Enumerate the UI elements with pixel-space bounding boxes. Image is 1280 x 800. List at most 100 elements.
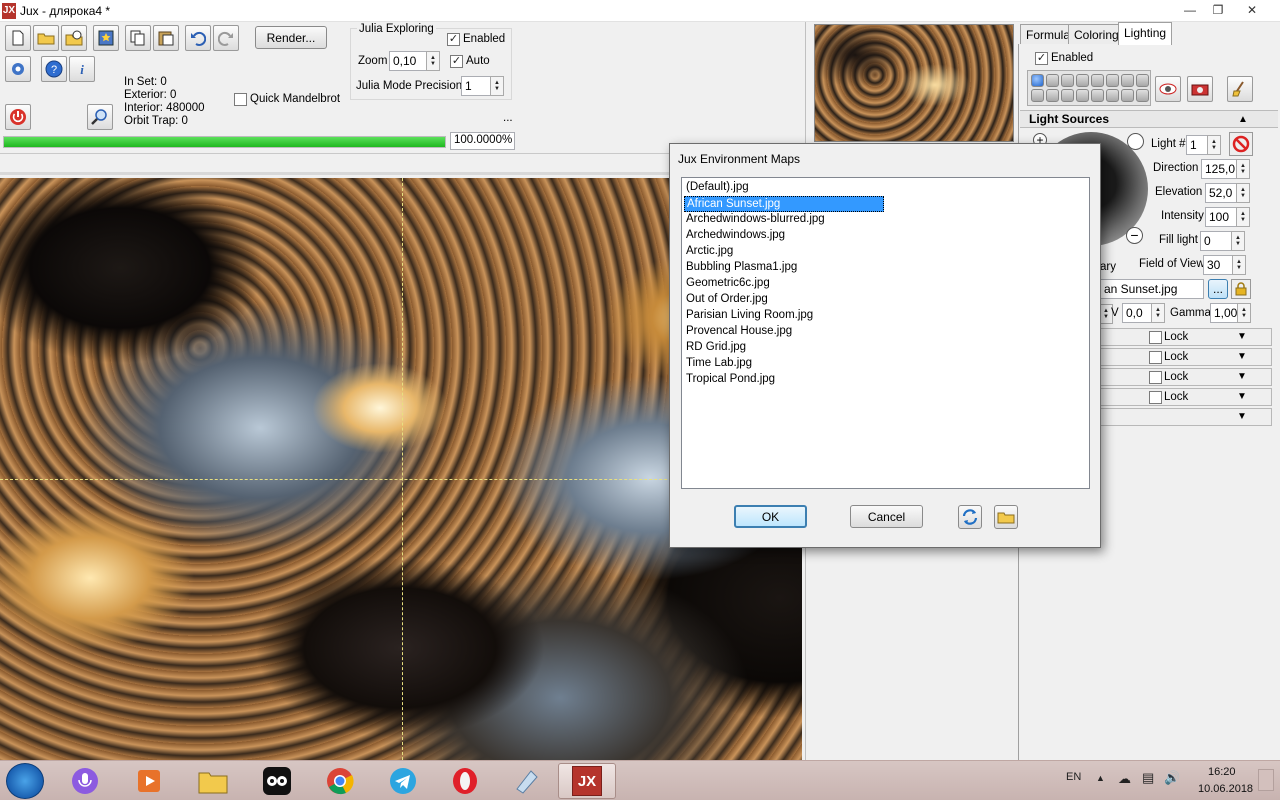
telegram-icon[interactable] xyxy=(374,763,432,799)
lock-checkbox[interactable] xyxy=(1149,351,1162,364)
light-preset-dot[interactable] xyxy=(1136,89,1149,102)
fill-light-input[interactable]: 0 xyxy=(1200,231,1232,251)
clock-date[interactable]: 10.06.2018 xyxy=(1198,783,1253,795)
start-windows-icon[interactable] xyxy=(6,763,44,799)
julia-precision-spinner[interactable]: ▲ ▼ xyxy=(490,76,504,96)
tray-chevron-up-icon[interactable]: ▲ xyxy=(1096,773,1105,783)
light-preset-dot[interactable] xyxy=(1091,89,1104,102)
light-number-input[interactable]: 1 xyxy=(1186,135,1208,155)
direction-spinner[interactable]: ▲ ▼ xyxy=(1236,159,1250,179)
save-favorite-icon[interactable] xyxy=(93,25,119,51)
fractal-preview-thumbnail[interactable] xyxy=(814,24,1014,142)
list-item[interactable]: Archedwindows-blurred.jpg xyxy=(684,212,827,228)
zoom-spinner[interactable]: ▲ ▼ xyxy=(426,51,440,71)
lock-icon[interactable] xyxy=(1231,279,1251,299)
elevation-spinner[interactable]: ▲ ▼ xyxy=(1236,183,1250,203)
info-icon[interactable]: i xyxy=(69,56,95,82)
light-preset-dot[interactable] xyxy=(1091,74,1104,87)
toolbar-more[interactable]: ... xyxy=(503,112,513,124)
browse-environment-button[interactable]: ... xyxy=(1208,279,1228,299)
ok-button[interactable]: OK xyxy=(734,505,807,528)
clock-time[interactable]: 16:20 xyxy=(1208,766,1236,778)
environment-map-input[interactable]: an Sunset.jpg xyxy=(1100,279,1204,299)
light-preset-dot[interactable] xyxy=(1061,89,1074,102)
list-item-selected[interactable]: African Sunset.jpg xyxy=(684,196,884,212)
media-player-icon[interactable] xyxy=(120,763,178,799)
direction-input[interactable]: 125,0 xyxy=(1201,159,1237,179)
lighting-enabled-checkbox[interactable]: ✓ xyxy=(1035,52,1048,65)
list-item[interactable]: RD Grid.jpg xyxy=(684,340,748,356)
v-spinner[interactable]: ▲ ▼ xyxy=(1151,303,1165,323)
paste-icon[interactable] xyxy=(153,25,179,51)
list-item[interactable]: Tropical Pond.jpg xyxy=(684,372,777,388)
fill-light-spinner[interactable]: ▲ ▼ xyxy=(1231,231,1245,251)
network-icon[interactable]: ▤ xyxy=(1142,770,1154,786)
light-preset-dot[interactable] xyxy=(1061,74,1074,87)
auto-checkbox[interactable]: ✓ xyxy=(450,55,463,68)
list-item[interactable]: Arctic.jpg xyxy=(684,244,735,260)
settings-gear-icon[interactable] xyxy=(5,56,31,82)
lock-checkbox[interactable] xyxy=(1149,331,1162,344)
tab-lighting[interactable]: Lighting xyxy=(1118,22,1173,45)
eye-view-icon[interactable] xyxy=(1155,76,1181,102)
file-explorer-icon[interactable] xyxy=(184,763,242,799)
intensity-input[interactable]: 100 xyxy=(1205,207,1237,227)
julia-precision-input[interactable]: 1 xyxy=(461,76,491,96)
light-presets-grid[interactable] xyxy=(1027,70,1151,106)
list-item[interactable]: Provencal House.jpg xyxy=(684,324,794,340)
list-item[interactable]: Geometric6c.jpg xyxy=(684,276,772,292)
open-folder-icon[interactable] xyxy=(33,25,59,51)
list-item[interactable]: Parisian Living Room.jpg xyxy=(684,308,815,324)
expand-down-icon[interactable]: ▼ xyxy=(1237,331,1247,342)
light-preset-dot[interactable] xyxy=(1121,74,1134,87)
light-number-spinner[interactable]: ▲ ▼ xyxy=(1207,135,1221,155)
panda-app-icon[interactable] xyxy=(248,763,306,799)
camera-icon[interactable] xyxy=(1187,76,1213,102)
cancel-button[interactable]: Cancel xyxy=(850,505,923,528)
lock-checkbox[interactable] xyxy=(1149,371,1162,384)
opera-icon[interactable] xyxy=(436,763,494,799)
light-position-handle[interactable] xyxy=(1127,133,1144,150)
list-item[interactable]: Time Lab.jpg xyxy=(684,356,754,372)
collapse-up-icon[interactable]: ▲ xyxy=(1238,114,1248,125)
notes-app-icon[interactable] xyxy=(498,763,556,799)
v-input[interactable]: 0,0 xyxy=(1122,303,1152,323)
environment-map-list[interactable]: (Default).jpg African Sunset.jpg Archedw… xyxy=(681,177,1090,489)
broom-clear-icon[interactable] xyxy=(1227,76,1253,102)
close-button[interactable]: ✕ xyxy=(1238,1,1266,19)
expand-down-icon[interactable]: ▼ xyxy=(1237,371,1247,382)
minimize-button[interactable]: — xyxy=(1176,1,1204,19)
light-preset-dot[interactable] xyxy=(1106,74,1119,87)
field-of-view-spinner[interactable]: ▲ ▼ xyxy=(1232,255,1246,275)
jux-taskbar-button[interactable]: JX xyxy=(558,763,616,799)
render-button[interactable]: Render... xyxy=(255,26,327,49)
delete-light-icon[interactable] xyxy=(1229,132,1253,156)
quick-mandelbrot-checkbox[interactable] xyxy=(234,93,247,106)
list-item[interactable]: Archedwindows.jpg xyxy=(684,228,787,244)
light-preset-dot[interactable] xyxy=(1046,74,1059,87)
cortana-microphone-icon[interactable] xyxy=(56,763,114,799)
gamma-input[interactable]: 1,00 xyxy=(1210,303,1238,323)
gamma-spinner[interactable]: ▲ ▼ xyxy=(1237,303,1251,323)
light-preset-dot[interactable] xyxy=(1076,89,1089,102)
lock-checkbox[interactable] xyxy=(1149,391,1162,404)
undo-icon[interactable] xyxy=(185,25,211,51)
zoom-magnifier-icon[interactable] xyxy=(87,104,113,130)
language-indicator[interactable]: EN xyxy=(1066,771,1081,783)
help-icon[interactable]: ? xyxy=(41,56,67,82)
light-preset-dot[interactable] xyxy=(1031,89,1044,102)
chrome-icon[interactable] xyxy=(311,763,369,799)
expand-down-icon[interactable]: ▼ xyxy=(1237,351,1247,362)
maximize-button[interactable]: ❐ xyxy=(1204,1,1232,19)
redo-icon[interactable] xyxy=(213,25,239,51)
volume-icon[interactable]: 🔊 xyxy=(1164,770,1180,786)
expand-down-icon[interactable]: ▼ xyxy=(1237,411,1247,422)
light-preset-dot[interactable] xyxy=(1046,89,1059,102)
zoom-out-icon[interactable]: − xyxy=(1126,227,1143,244)
intensity-spinner[interactable]: ▲ ▼ xyxy=(1236,207,1250,227)
light-preset-dot[interactable] xyxy=(1121,89,1134,102)
light-preset-dot[interactable] xyxy=(1136,74,1149,87)
list-item[interactable]: Out of Order.jpg xyxy=(684,292,770,308)
zoom-input[interactable]: 0,10 xyxy=(389,51,427,71)
notifications-icon[interactable] xyxy=(1258,769,1274,791)
